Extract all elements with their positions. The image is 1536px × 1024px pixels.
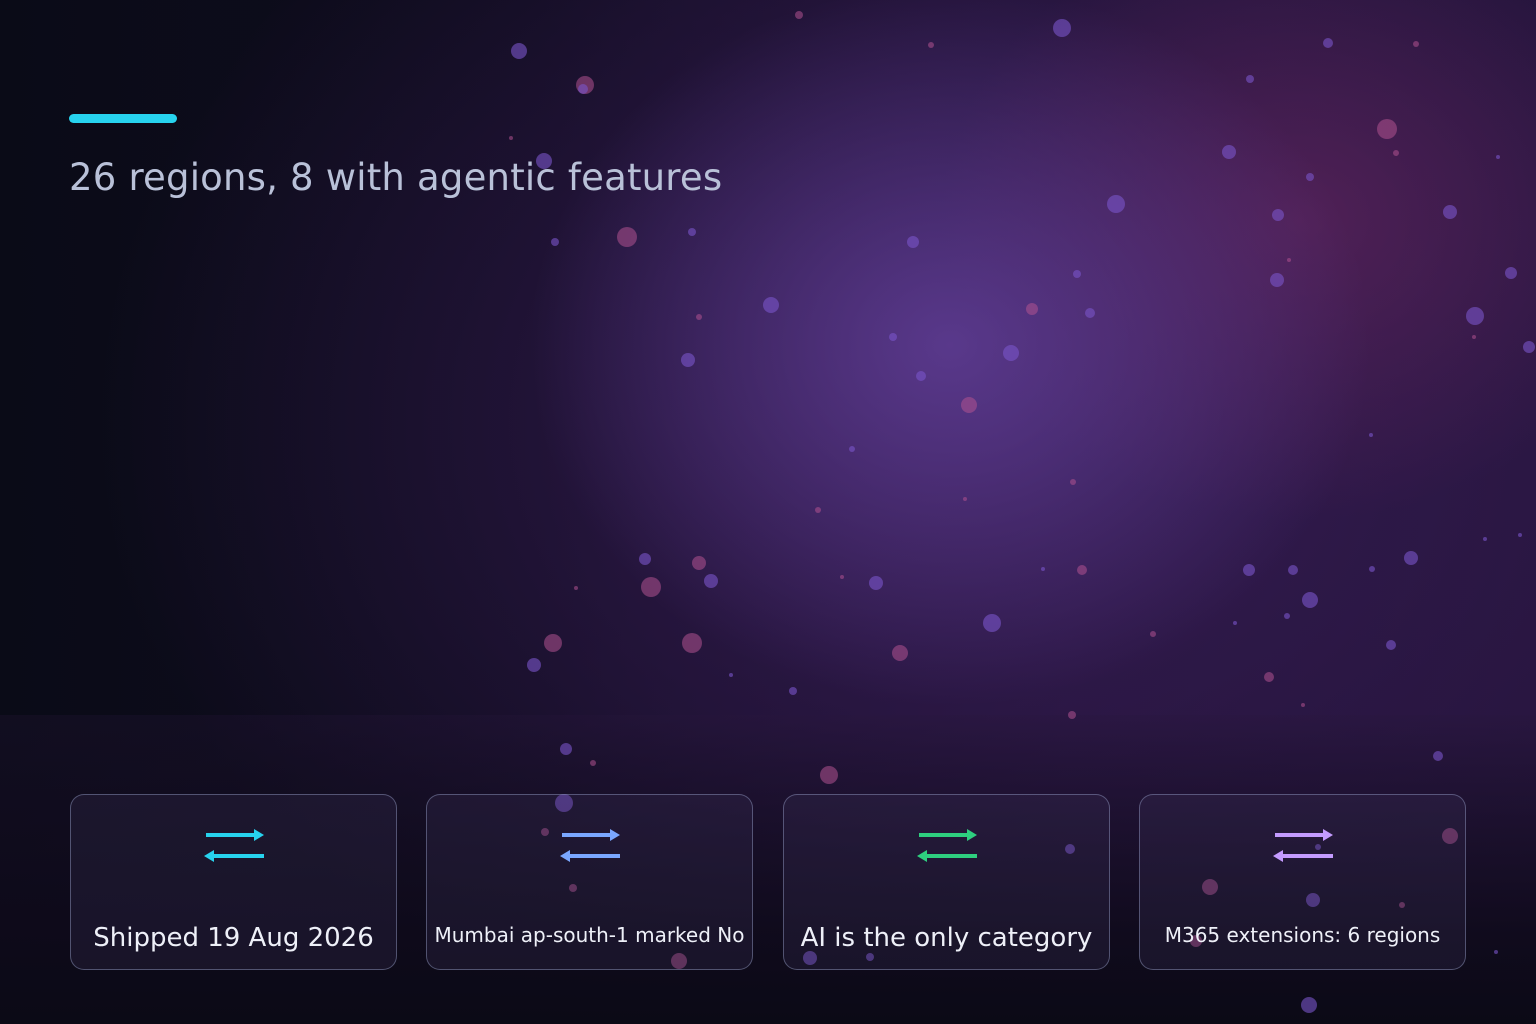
particle-dot	[729, 673, 733, 677]
particle-dot	[869, 576, 883, 590]
particle-dot	[551, 238, 559, 246]
particle-dot	[1073, 270, 1081, 278]
particle-dot	[1377, 119, 1397, 139]
particle-dot	[1107, 195, 1125, 213]
particle-dot	[1472, 335, 1476, 339]
particle-dot	[1150, 631, 1156, 637]
particle-dot	[1026, 303, 1038, 315]
particle-dot	[1466, 307, 1484, 325]
particle-dot	[1323, 38, 1333, 48]
particle-dot	[1264, 672, 1274, 682]
particle-dot	[963, 497, 967, 501]
particle-dot	[641, 577, 661, 597]
card-label: M365 extensions: 6 regions	[1164, 923, 1441, 947]
particle-dot	[544, 634, 562, 652]
swap-arrows-icon	[203, 829, 264, 862]
particle-dot	[1272, 209, 1284, 221]
particle-dot	[840, 575, 844, 579]
particle-dot	[1518, 533, 1522, 537]
particle-dot	[1085, 308, 1095, 318]
particle-dot	[1306, 173, 1314, 181]
particle-dot	[1523, 341, 1535, 353]
card-label: Shipped 19 Aug 2026	[93, 923, 374, 953]
particle-dot	[1369, 566, 1375, 572]
particle-dot	[892, 645, 908, 661]
particle-dot	[509, 136, 513, 140]
particle-dot	[617, 227, 637, 247]
particle-dot	[560, 743, 572, 755]
particle-dot	[1413, 41, 1419, 47]
particle-dot	[1496, 155, 1500, 159]
particle-dot	[578, 84, 588, 94]
particle-dot	[511, 43, 527, 59]
particle-dot	[1222, 145, 1236, 159]
particle-dot	[1053, 19, 1071, 37]
stat-card-ai-category: AI is the only category	[783, 794, 1110, 970]
particle-dot	[820, 766, 838, 784]
particle-dot	[639, 553, 651, 565]
particle-dot	[907, 236, 919, 248]
particle-dot	[1302, 592, 1318, 608]
particle-dot	[1270, 273, 1284, 287]
particle-dot	[1243, 564, 1255, 576]
particle-dot	[681, 353, 695, 367]
particle-dot	[849, 446, 855, 452]
particle-dot	[1505, 267, 1517, 279]
particle-dot	[889, 333, 897, 341]
particle-dot	[1070, 479, 1076, 485]
particle-dot	[1003, 345, 1019, 361]
stat-card-mumbai: Mumbai ap-south-1 marked No	[426, 794, 753, 970]
particle-dot	[961, 397, 977, 413]
particle-dot	[1287, 258, 1291, 262]
particle-dot	[1284, 613, 1290, 619]
particle-dot	[1494, 950, 1498, 954]
particle-dot	[815, 507, 821, 513]
page-title: 26 regions, 8 with agentic features	[69, 156, 723, 199]
swap-arrows-icon	[559, 829, 620, 862]
particle-dot	[1246, 75, 1254, 83]
stat-card-shipped: Shipped 19 Aug 2026	[70, 794, 397, 970]
particle-dot	[1393, 150, 1399, 156]
particle-dot	[692, 556, 706, 570]
particle-dot	[916, 371, 926, 381]
stat-card-m365: M365 extensions: 6 regions	[1139, 794, 1466, 970]
particle-dot	[1443, 205, 1457, 219]
particle-dot	[1301, 997, 1317, 1013]
particle-dot	[1301, 703, 1305, 707]
accent-bar	[69, 114, 177, 123]
particle-dot	[983, 614, 1001, 632]
particle-dot	[1386, 640, 1396, 650]
particle-dot	[1433, 751, 1443, 761]
particle-dot	[1233, 621, 1237, 625]
particle-dot	[1068, 711, 1076, 719]
particle-dot	[1483, 537, 1487, 541]
particle-dot	[574, 586, 578, 590]
particle-dot	[527, 658, 541, 672]
particle-dot	[696, 314, 702, 320]
particle-dot	[763, 297, 779, 313]
particle-dot	[590, 760, 596, 766]
slide-canvas: 26 regions, 8 with agentic features Ship…	[0, 0, 1536, 1024]
particle-dot	[1404, 551, 1418, 565]
swap-arrows-icon	[916, 829, 977, 862]
swap-arrows-icon	[1272, 829, 1333, 862]
particle-dot	[1288, 565, 1298, 575]
particle-dot	[688, 228, 696, 236]
particle-dot	[1369, 433, 1373, 437]
particle-dot	[1041, 567, 1045, 571]
card-label: AI is the only category	[800, 923, 1093, 953]
particle-dot	[789, 687, 797, 695]
particle-dot	[928, 42, 934, 48]
card-label: Mumbai ap-south-1 marked No	[434, 923, 745, 947]
particle-dot	[1077, 565, 1087, 575]
particle-dot	[682, 633, 702, 653]
particle-dot	[704, 574, 718, 588]
particle-dot	[795, 11, 803, 19]
